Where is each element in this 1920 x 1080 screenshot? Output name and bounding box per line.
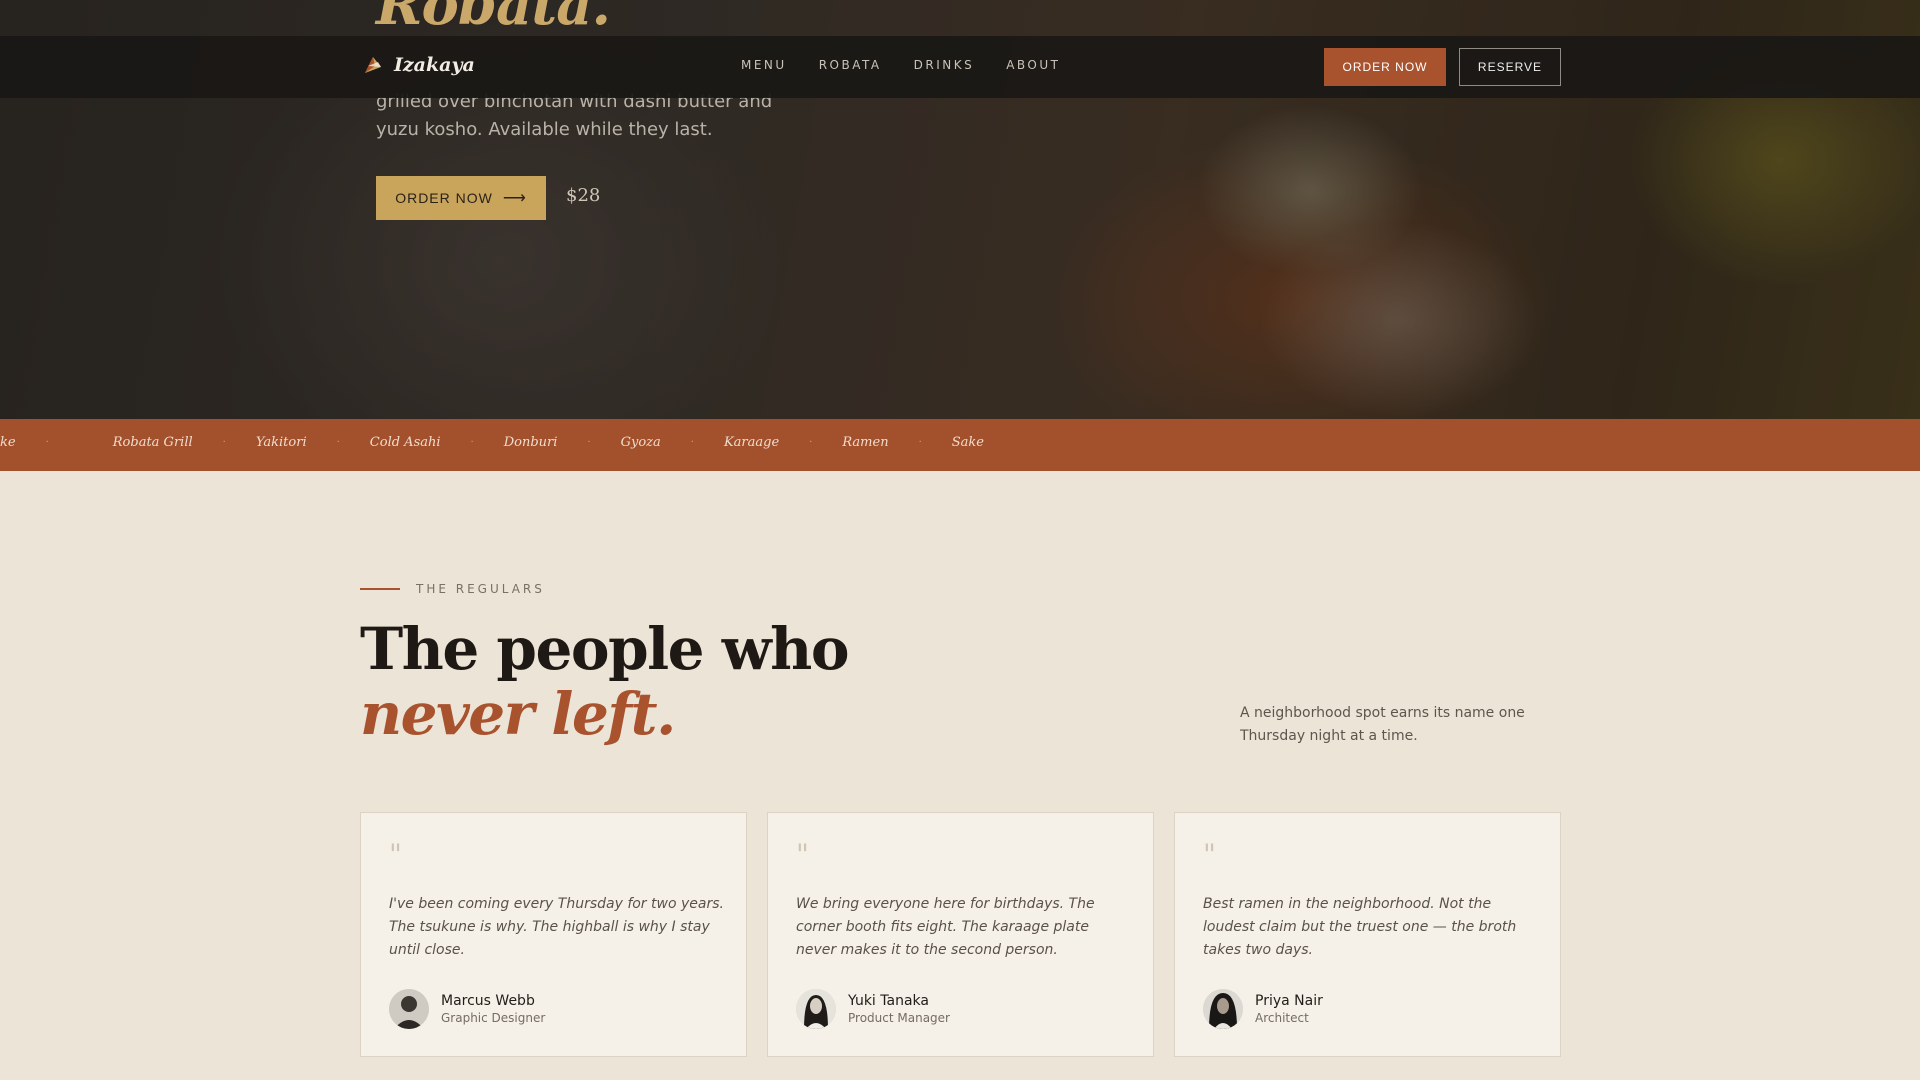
- quote-icon: ": [796, 838, 809, 871]
- arrow-right-icon: ⟶: [502, 190, 527, 207]
- nav-link-menu[interactable]: MENU: [741, 58, 787, 72]
- dot-separator-icon: ·: [222, 437, 226, 448]
- author-name: Marcus Webb: [441, 993, 535, 1009]
- marquee-item: Cold Asahi: [369, 435, 441, 450]
- dot-separator-icon: ·: [918, 437, 922, 448]
- marquee-item: Donburi: [503, 435, 558, 450]
- testimonial-quote: We bring everyone here for birthdays. Th…: [796, 896, 1095, 958]
- leaf-icon: [365, 57, 381, 73]
- top-nav: Izakaya MENU ROBATA DRINKS ABOUT ORDER N…: [0, 36, 1920, 98]
- testimonial-card: " We bring everyone here for birthdays. …: [767, 812, 1154, 1057]
- quote-icon: ": [389, 838, 402, 871]
- brand-name: Izakaya: [394, 54, 475, 76]
- marquee-item: Robata Grill: [112, 435, 193, 450]
- author-role: Graphic Designer: [441, 1011, 546, 1025]
- heading-line-2: never left.: [360, 680, 676, 748]
- author-name: Yuki Tanaka: [848, 993, 929, 1009]
- nav-link-robata[interactable]: ROBATA: [819, 58, 882, 72]
- dot-separator-icon: ·: [470, 437, 474, 448]
- testimonial-card: " I've been coming every Thursday for tw…: [360, 812, 747, 1057]
- dot-separator-icon: ·: [809, 437, 813, 448]
- marquee-item: ke: [0, 435, 16, 450]
- marquee-item: Karaage: [723, 435, 780, 450]
- hero-title: Robata.: [376, 0, 611, 38]
- menu-marquee: ke · Robata Grill · Yakitori · Cold Asah…: [0, 419, 1920, 471]
- dot-separator-icon: ·: [45, 437, 49, 448]
- avatar: [389, 989, 429, 1029]
- dot-separator-icon: ·: [587, 437, 591, 448]
- dot-separator-icon: ·: [690, 437, 694, 448]
- eyebrow-label: THE REGULARS: [416, 582, 545, 596]
- testimonial-card: " Best ramen in the neighborhood. Not th…: [1174, 812, 1561, 1057]
- eyebrow-divider: [360, 588, 400, 590]
- testimonial-author: Priya Nair Architect: [1203, 989, 1323, 1029]
- quote-icon: ": [1203, 838, 1216, 871]
- nav-link-about[interactable]: ABOUT: [1006, 58, 1060, 72]
- nav-reserve-button[interactable]: RESERVE: [1459, 48, 1561, 86]
- testimonial-quote: Best ramen in the neighborhood. Not the …: [1203, 896, 1517, 958]
- section-intro: A neighborhood spot earns its name one T…: [1240, 705, 1525, 744]
- section-heading: The people who never left.: [360, 615, 850, 748]
- marquee-item: Yakitori: [255, 435, 307, 450]
- marquee-item: Ramen: [842, 435, 889, 450]
- testimonial-author: Yuki Tanaka Product Manager: [796, 989, 950, 1029]
- heading-line-1: The people who: [360, 615, 850, 683]
- author-role: Architect: [1255, 1011, 1309, 1025]
- testimonial-list: " I've been coming every Thursday for tw…: [360, 812, 1561, 1057]
- hero-price: $28: [566, 185, 601, 206]
- testimonial-quote: I've been coming every Thursday for two …: [389, 896, 724, 958]
- hero-order-button[interactable]: ORDER NOW ⟶: [376, 176, 546, 220]
- avatar: [796, 989, 836, 1029]
- marquee-track: ke · Robata Grill · Yakitori · Cold Asah…: [0, 435, 984, 450]
- marquee-item: Sake: [951, 435, 984, 450]
- nav-order-button[interactable]: ORDER NOW: [1324, 48, 1446, 86]
- nav-link-drinks[interactable]: DRINKS: [914, 58, 975, 72]
- marquee-item: Gyoza: [620, 435, 661, 450]
- section-eyebrow: THE REGULARS: [360, 582, 545, 596]
- brand-logo[interactable]: Izakaya: [362, 54, 475, 76]
- dot-separator-icon: ·: [336, 437, 340, 448]
- hero-order-label: ORDER NOW: [395, 190, 493, 206]
- nav-links: MENU ROBATA DRINKS ABOUT: [741, 58, 1061, 72]
- avatar: [1203, 989, 1243, 1029]
- author-role: Product Manager: [848, 1011, 950, 1025]
- author-name: Priya Nair: [1255, 993, 1323, 1009]
- testimonial-author: Marcus Webb Graphic Designer: [389, 989, 545, 1029]
